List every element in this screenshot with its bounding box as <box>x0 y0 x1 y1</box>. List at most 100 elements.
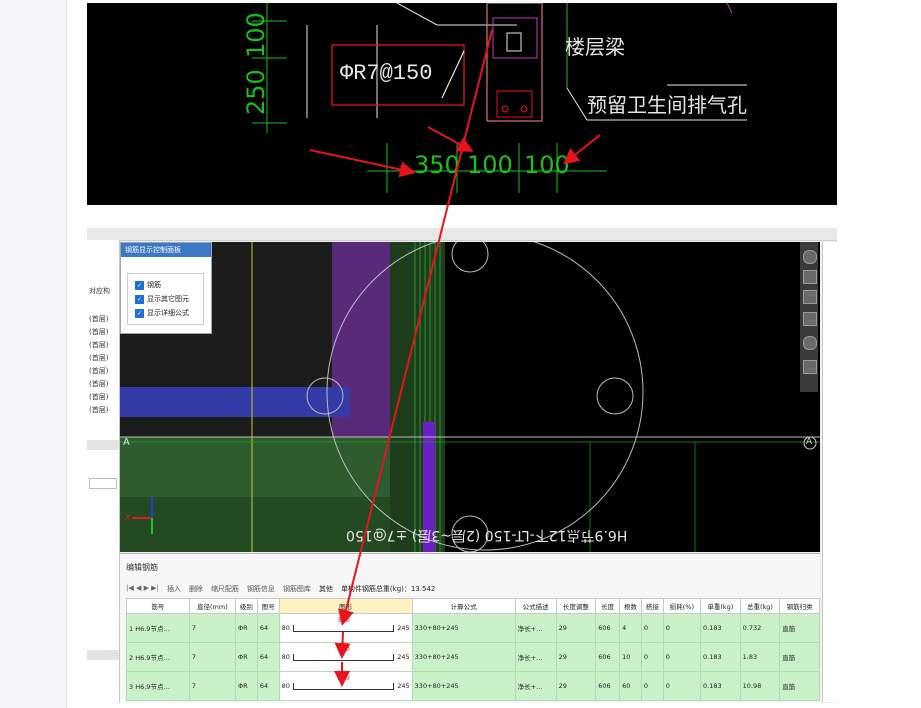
checkbox-checked-icon[interactable]: ✓ <box>135 294 144 304</box>
table-row[interactable]: 2 H6.9节点… 7 ΦR 64 80 330 245 330+80+245 净长+… 29 60… <box>126 642 820 672</box>
rebar-library-button[interactable]: 钢筋图库 <box>283 584 311 594</box>
cell-name[interactable]: 2 H6.9节点… <box>126 642 190 672</box>
cell-len[interactable]: 606 <box>595 642 621 672</box>
list-item[interactable]: (首层) <box>89 392 108 402</box>
grid-icon[interactable] <box>803 360 817 374</box>
cell-cls[interactable]: 直筋 <box>779 671 820 701</box>
pan-icon[interactable] <box>803 312 817 326</box>
cell-count[interactable]: 4 <box>619 613 642 643</box>
shape-mid: 330 <box>337 673 350 682</box>
cell-unit[interactable]: 0.183 <box>700 671 741 701</box>
cell-cls[interactable]: 直筋 <box>779 613 820 643</box>
cell-formula[interactable]: 330+80+245 <box>411 613 516 643</box>
rebar-editor: 编辑钢筋 |◀ ◀ ▶ ▶| 插入 删除 缩尺配筋 钢筋信息 钢筋图库 其他 单… <box>120 553 820 703</box>
cell-total[interactable]: 10.98 <box>739 671 781 701</box>
cell-fig[interactable]: 64 <box>256 642 280 672</box>
fit-view-icon[interactable] <box>803 290 817 304</box>
checkbox-checked-icon[interactable]: ✓ <box>135 308 144 318</box>
row-number: 2 <box>129 654 134 662</box>
nav-icons[interactable]: |◀ ◀ ▶ ▶| <box>126 584 159 594</box>
shape-right: 245 <box>397 624 410 632</box>
cell-dia[interactable]: 7 <box>188 671 236 701</box>
col-header: 计算公式 <box>411 598 516 614</box>
cell-unit[interactable]: 0.183 <box>700 642 741 672</box>
scale-rebar-button[interactable]: 缩尺配筋 <box>211 584 239 594</box>
checkbox-checked-icon[interactable]: ✓ <box>135 280 144 290</box>
orbit-icon[interactable] <box>803 250 817 264</box>
col-header: 长度调整 <box>555 598 597 614</box>
cell-loss[interactable]: 0 <box>662 671 702 701</box>
cell-count[interactable]: 60 <box>619 671 642 701</box>
table-row[interactable]: 3 H6.9节点… 7 ΦR 64 80 330 245 330+80+245 净长+… 29 60… <box>126 671 820 701</box>
cell-name[interactable]: 1 H6.9节点… <box>126 613 190 643</box>
other-menu[interactable]: 其他 <box>319 584 333 594</box>
cell-len[interactable]: 606 <box>595 671 621 701</box>
option-rebar[interactable]: ✓ 钢筋 <box>135 280 161 290</box>
cell-formula[interactable]: 330+80+245 <box>411 671 516 701</box>
option-show-other[interactable]: ✓ 显示其它图元 <box>135 294 189 304</box>
cell-lap[interactable]: 0 <box>640 613 664 643</box>
insert-button[interactable]: 插入 <box>167 584 181 594</box>
search-input[interactable] <box>89 478 117 489</box>
cell-desc[interactable]: 净长+… <box>514 613 557 643</box>
shape-mid: 330 <box>337 644 350 653</box>
delete-button[interactable]: 删除 <box>189 584 203 594</box>
cell-count[interactable]: 10 <box>619 642 642 672</box>
row-number: 3 <box>129 683 134 691</box>
cell-formula[interactable]: 330+80+245 <box>411 642 516 672</box>
cell-fig[interactable]: 64 <box>256 671 280 701</box>
dim-100-a: 100 <box>467 151 513 179</box>
cell-lap[interactable]: 0 <box>640 671 664 701</box>
list-item[interactable]: (首层) <box>89 366 108 376</box>
rebar-info-button[interactable]: 钢筋信息 <box>247 584 275 594</box>
option-show-formula[interactable]: ✓ 显示详细公式 <box>135 308 189 318</box>
cell-grade[interactable]: ΦR <box>234 613 258 643</box>
col-header: 图形 <box>278 598 413 614</box>
component-list-panel[interactable]: 对应构 (首层) (首层) (首层) (首层) (首层) (首层) (首层) (… <box>87 240 120 703</box>
cell-loss[interactable]: 0 <box>662 613 702 643</box>
cell-name[interactable]: 3 H6.9节点… <box>126 671 190 701</box>
cell-loss[interactable]: 0 <box>662 642 702 672</box>
cell-adj[interactable]: 29 <box>555 642 597 672</box>
layer-icon[interactable] <box>803 270 817 284</box>
cell-unit[interactable]: 0.183 <box>700 613 741 643</box>
mirrored-caption: H6.9节点12下-LT-150 (2层~3层) ±7@150 <box>346 527 628 543</box>
list-item[interactable]: (首层) <box>89 405 108 415</box>
cell-adj[interactable]: 29 <box>555 613 597 643</box>
cell-adj[interactable]: 29 <box>555 671 597 701</box>
rebar-shape-cell[interactable]: 80 330 245 <box>278 613 413 643</box>
properties-panel[interactable] <box>822 242 837 702</box>
cell-desc[interactable]: 净长+… <box>514 671 557 701</box>
list-item[interactable]: (首层) <box>89 314 108 324</box>
cell-dia[interactable]: 7 <box>188 613 236 643</box>
bar-name: H6.9节点… <box>135 683 170 691</box>
list-item[interactable]: (首层) <box>89 353 108 363</box>
spec-label: ΦR7@150 <box>340 61 433 86</box>
cell-dia[interactable]: 7 <box>188 642 236 672</box>
col-header: 筋号 <box>126 598 190 614</box>
cell-total[interactable]: 0.732 <box>739 613 781 643</box>
cell-cls[interactable]: 直筋 <box>779 642 820 672</box>
editor-toolbar: |◀ ◀ ▶ ▶| 插入 删除 缩尺配筋 钢筋信息 钢筋图库 其他 单构件钢筋总… <box>126 584 435 594</box>
rebar-shape-cell[interactable]: 80 330 245 <box>278 642 413 672</box>
rebar-display-control-panel[interactable]: 钢筋显示控制面板 ✓ 钢筋 ✓ 显示其它图元 ✓ 显示详细公式 <box>120 242 212 334</box>
col-header: 钢筋归类 <box>779 598 820 614</box>
list-item[interactable]: (首层) <box>89 327 108 337</box>
cell-fig[interactable]: 64 <box>256 613 280 643</box>
list-item[interactable]: (首层) <box>89 379 108 389</box>
rotate-icon[interactable] <box>803 336 817 350</box>
cell-grade[interactable]: ΦR <box>234 671 258 701</box>
col-header: 单重(kg) <box>700 598 741 614</box>
table-row[interactable]: 1 H6.9节点… 7 ΦR 64 80 330 245 330+80+245 净长+… 29 60… <box>126 613 820 643</box>
cell-len[interactable]: 606 <box>595 613 621 643</box>
panel-divider <box>87 650 119 660</box>
cell-grade[interactable]: ΦR <box>234 642 258 672</box>
cell-desc[interactable]: 净长+… <box>514 642 557 672</box>
list-item[interactable]: (首层) <box>89 340 108 350</box>
cell-lap[interactable]: 0 <box>640 642 664 672</box>
rebar-shape-cell[interactable]: 80 330 245 <box>278 671 413 701</box>
3d-viewport[interactable]: A A X H6.9节点12下-LT-150 (2层~3层) ±7@150 钢筋… <box>120 242 820 552</box>
rebar-software-window: 对应构 (首层) (首层) (首层) (首层) (首层) (首层) (首层) (… <box>87 228 837 703</box>
cell-total[interactable]: 1.83 <box>739 642 781 672</box>
axis-x-label: X <box>125 513 131 522</box>
